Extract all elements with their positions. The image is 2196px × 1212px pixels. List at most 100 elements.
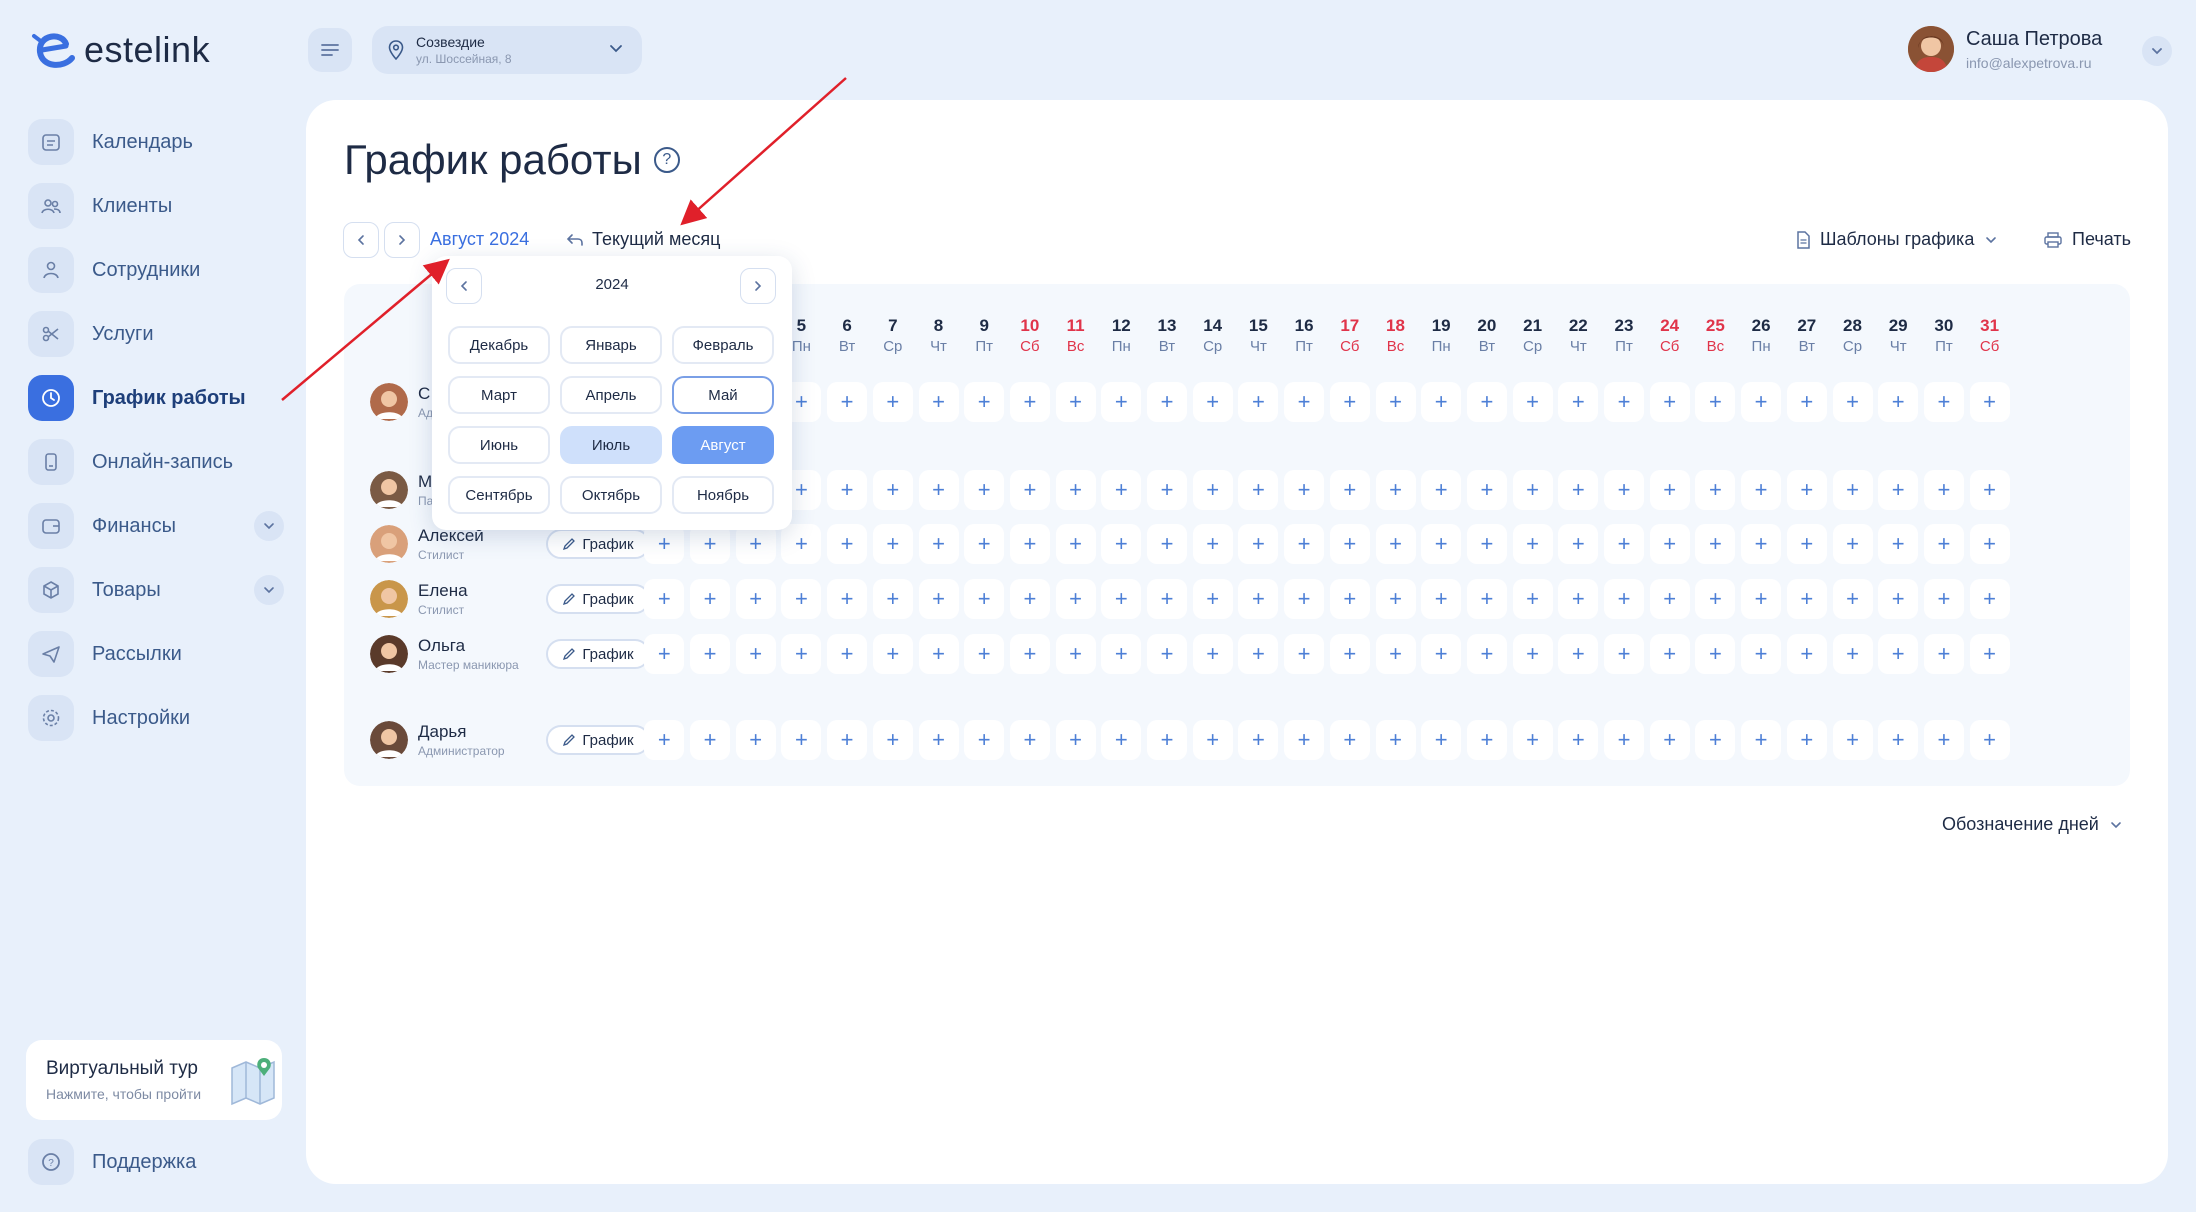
question-icon[interactable]: ? [653, 147, 680, 173]
menu-toggle-button[interactable] [308, 28, 352, 72]
add-shift-button[interactable]: + [1604, 382, 1644, 422]
month-option[interactable]: Апрель [560, 376, 662, 414]
add-shift-button[interactable]: + [964, 720, 1005, 760]
add-shift-button[interactable]: + [1192, 720, 1233, 760]
add-shift-button[interactable]: + [1147, 470, 1187, 510]
add-shift-button[interactable]: + [1147, 382, 1187, 422]
add-shift-button[interactable]: + [1147, 579, 1187, 619]
add-shift-button[interactable]: + [1604, 720, 1644, 760]
prev-month-button[interactable] [343, 222, 379, 258]
add-shift-button[interactable]: + [1969, 634, 2010, 674]
add-shift-button[interactable]: + [1466, 579, 1507, 619]
add-shift-button[interactable]: + [1558, 382, 1599, 422]
add-shift-button[interactable]: + [1604, 524, 1644, 564]
add-shift-button[interactable]: + [1786, 382, 1827, 422]
add-shift-button[interactable]: + [1101, 720, 1142, 760]
days-legend-toggle[interactable]: Обозначение дней [1942, 814, 2123, 835]
chevron-down-icon[interactable] [254, 511, 284, 541]
add-shift-button[interactable]: + [918, 524, 959, 564]
add-shift-button[interactable]: + [1512, 579, 1553, 619]
add-shift-button[interactable]: + [964, 382, 1005, 422]
add-shift-button[interactable]: + [1741, 579, 1782, 619]
add-shift-button[interactable]: + [918, 470, 959, 510]
sidebar-item-1[interactable]: Клиенты [26, 174, 284, 238]
add-shift-button[interactable]: + [1832, 720, 1873, 760]
month-option[interactable]: Июнь [448, 426, 550, 464]
add-shift-button[interactable]: + [1192, 470, 1233, 510]
add-shift-button[interactable]: + [1284, 579, 1325, 619]
add-shift-button[interactable]: + [1512, 524, 1553, 564]
add-shift-button[interactable]: + [1421, 382, 1462, 422]
month-option[interactable]: Август [672, 426, 774, 464]
add-shift-button[interactable]: + [1192, 634, 1233, 674]
add-shift-button[interactable]: + [827, 382, 868, 422]
add-shift-button[interactable]: + [1421, 720, 1462, 760]
add-shift-button[interactable]: + [1329, 579, 1370, 619]
add-shift-button[interactable]: + [1512, 720, 1553, 760]
current-month-button[interactable]: Текущий месяц [566, 229, 720, 250]
add-shift-button[interactable]: + [1284, 720, 1325, 760]
add-shift-button[interactable]: + [1329, 470, 1370, 510]
add-shift-button[interactable]: + [1101, 579, 1142, 619]
add-shift-button[interactable]: + [1375, 720, 1416, 760]
month-option[interactable]: Сентябрь [448, 476, 550, 514]
add-shift-button[interactable]: + [1741, 470, 1782, 510]
add-shift-button[interactable]: + [1192, 382, 1233, 422]
edit-schedule-button[interactable]: График [546, 529, 650, 559]
add-shift-button[interactable]: + [1101, 382, 1142, 422]
add-shift-button[interactable]: + [1969, 524, 2010, 564]
add-shift-button[interactable]: + [1421, 579, 1462, 619]
add-shift-button[interactable]: + [1375, 579, 1416, 619]
add-shift-button[interactable]: + [1741, 634, 1782, 674]
add-shift-button[interactable]: + [644, 524, 685, 564]
add-shift-button[interactable]: + [872, 524, 913, 564]
add-shift-button[interactable]: + [735, 720, 776, 760]
add-shift-button[interactable]: + [1375, 382, 1416, 422]
add-shift-button[interactable]: + [1009, 382, 1050, 422]
schedule-templates-dropdown[interactable]: Шаблоны графика [1796, 229, 1998, 250]
add-shift-button[interactable]: + [1604, 579, 1644, 619]
add-shift-button[interactable]: + [781, 579, 822, 619]
add-shift-button[interactable]: + [1375, 634, 1416, 674]
add-shift-button[interactable]: + [1558, 634, 1599, 674]
add-shift-button[interactable]: + [1375, 524, 1416, 564]
add-shift-button[interactable]: + [872, 634, 913, 674]
add-shift-button[interactable]: + [872, 470, 913, 510]
month-option[interactable]: Декабрь [448, 326, 550, 364]
add-shift-button[interactable]: + [644, 634, 685, 674]
add-shift-button[interactable]: + [690, 524, 730, 564]
add-shift-button[interactable]: + [1969, 470, 2010, 510]
add-shift-button[interactable]: + [1604, 634, 1644, 674]
add-shift-button[interactable]: + [1466, 470, 1507, 510]
add-shift-button[interactable]: + [964, 634, 1005, 674]
add-shift-button[interactable]: + [1055, 382, 1096, 422]
add-shift-button[interactable]: + [1604, 470, 1644, 510]
edit-schedule-button[interactable]: График [546, 639, 650, 669]
add-shift-button[interactable]: + [1238, 720, 1279, 760]
add-shift-button[interactable]: + [1055, 634, 1096, 674]
add-shift-button[interactable]: + [644, 579, 685, 619]
add-shift-button[interactable]: + [1421, 634, 1462, 674]
add-shift-button[interactable]: + [1558, 470, 1599, 510]
add-shift-button[interactable]: + [1055, 524, 1096, 564]
add-shift-button[interactable]: + [1832, 382, 1873, 422]
add-shift-button[interactable]: + [1055, 720, 1096, 760]
sidebar-item-9[interactable]: Настройки [26, 686, 284, 750]
next-year-button[interactable] [740, 268, 776, 304]
location-selector[interactable]: Созвездие ул. Шоссейная, 8 [372, 26, 642, 74]
add-shift-button[interactable]: + [1329, 720, 1370, 760]
sidebar-item-3[interactable]: Услуги [26, 302, 284, 366]
add-shift-button[interactable]: + [644, 720, 685, 760]
add-shift-button[interactable]: + [1969, 720, 2010, 760]
add-shift-button[interactable]: + [1695, 579, 1736, 619]
add-shift-button[interactable]: + [1558, 720, 1599, 760]
add-shift-button[interactable]: + [690, 634, 730, 674]
add-shift-button[interactable]: + [1192, 524, 1233, 564]
add-shift-button[interactable]: + [827, 524, 868, 564]
add-shift-button[interactable]: + [1878, 634, 1919, 674]
sidebar-item-2[interactable]: Сотрудники [26, 238, 284, 302]
month-option[interactable]: Июль [560, 426, 662, 464]
add-shift-button[interactable]: + [918, 579, 959, 619]
add-shift-button[interactable]: + [1695, 382, 1736, 422]
user-profile[interactable]: Саша Петрова info@alexpetrova.ru [1908, 26, 2102, 72]
